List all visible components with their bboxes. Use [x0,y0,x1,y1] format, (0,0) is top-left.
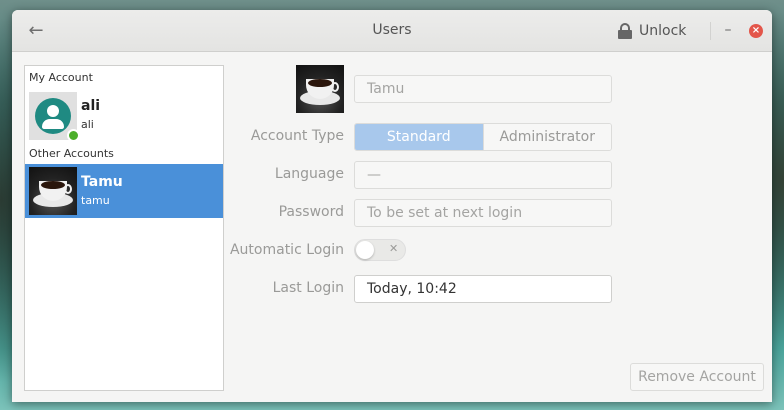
toggle-x-icon: ✕ [389,242,399,255]
account-type-label: Account Type [250,128,344,144]
account-name: ali [81,98,101,114]
account-type-administrator-button[interactable]: Administrator [483,124,611,150]
user-photo-button[interactable] [296,65,344,113]
language-field[interactable]: — [354,161,612,189]
avatar [29,92,80,142]
account-login: ali [81,118,94,131]
users-window: ← Users Unlock – × My Account ali ali Ot… [12,10,772,402]
my-account-heading: My Account [29,71,93,84]
password-field[interactable]: To be set at next login [354,199,612,227]
automatic-login-label: Automatic Login [229,242,344,258]
unlock-button[interactable]: Unlock [618,20,686,42]
online-status-icon [67,129,80,142]
account-login: tamu [81,194,110,207]
last-login-field[interactable]: Today, 10:42 [354,275,612,303]
other-accounts-heading: Other Accounts [29,147,114,160]
last-login-label: Last Login [272,280,344,296]
full-name-field[interactable]: Tamu [354,75,612,103]
close-icon[interactable]: × [749,24,763,38]
remove-account-button[interactable]: Remove Account [630,363,764,391]
toggle-knob [356,241,374,259]
account-type-switch: Standard Administrator [354,123,612,151]
minimize-icon[interactable]: – [720,19,736,41]
account-type-standard-button[interactable]: Standard [355,124,484,150]
avatar [29,167,77,215]
language-label: Language [274,166,344,182]
accounts-sidebar: My Account ali ali Other Accounts Tamu t… [24,65,224,391]
automatic-login-toggle[interactable]: ✕ [354,239,406,261]
header-separator [710,22,711,40]
header-bar: ← Users Unlock – × [12,10,772,52]
unlock-label: Unlock [639,23,687,39]
password-label: Password [278,204,344,220]
lock-icon [618,23,632,39]
account-name: Tamu [81,174,123,190]
